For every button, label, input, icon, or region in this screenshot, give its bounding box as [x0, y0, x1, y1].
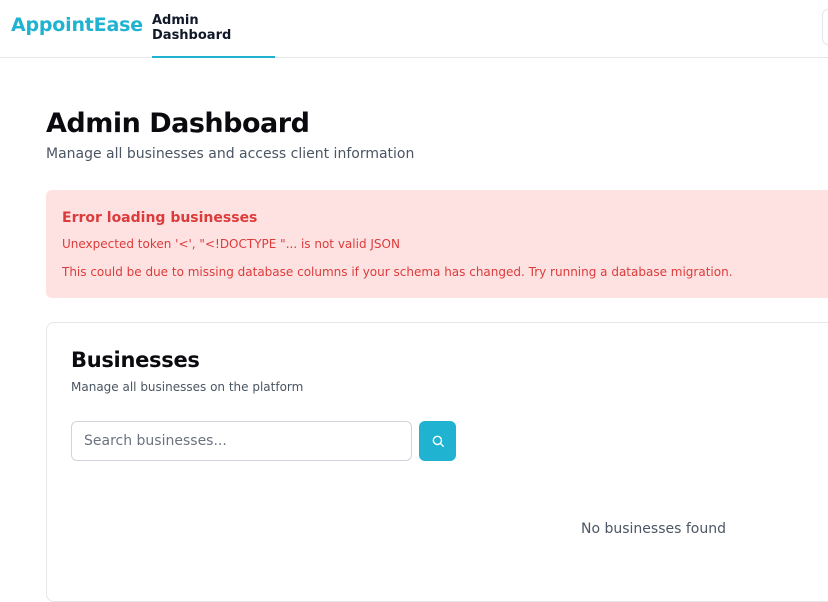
error-alert: Error loading businesses Unexpected toke… [46, 190, 828, 298]
error-message: Unexpected token '<', "<!DOCTYPE "... is… [62, 237, 400, 251]
page-title: Admin Dashboard [46, 108, 310, 139]
businesses-card: Businesses Manage all businesses on the … [46, 322, 828, 602]
error-title: Error loading businesses [62, 210, 258, 226]
search-input[interactable] [71, 421, 412, 461]
top-navigation: AppointEase Admin Dashboard [0, 0, 828, 58]
search-icon [432, 435, 444, 447]
businesses-title: Businesses [71, 348, 200, 372]
tab-admin-dashboard[interactable]: Admin Dashboard [152, 0, 275, 58]
error-hint: This could be due to missing database co… [62, 265, 733, 279]
empty-state-message: No businesses found [581, 521, 726, 537]
search-button[interactable] [419, 421, 456, 461]
user-menu-button[interactable] [822, 9, 828, 45]
page-subtitle: Manage all businesses and access client … [46, 146, 415, 162]
brand-logo[interactable]: AppointEase [11, 14, 143, 36]
businesses-subtitle: Manage all businesses on the platform [71, 380, 304, 394]
